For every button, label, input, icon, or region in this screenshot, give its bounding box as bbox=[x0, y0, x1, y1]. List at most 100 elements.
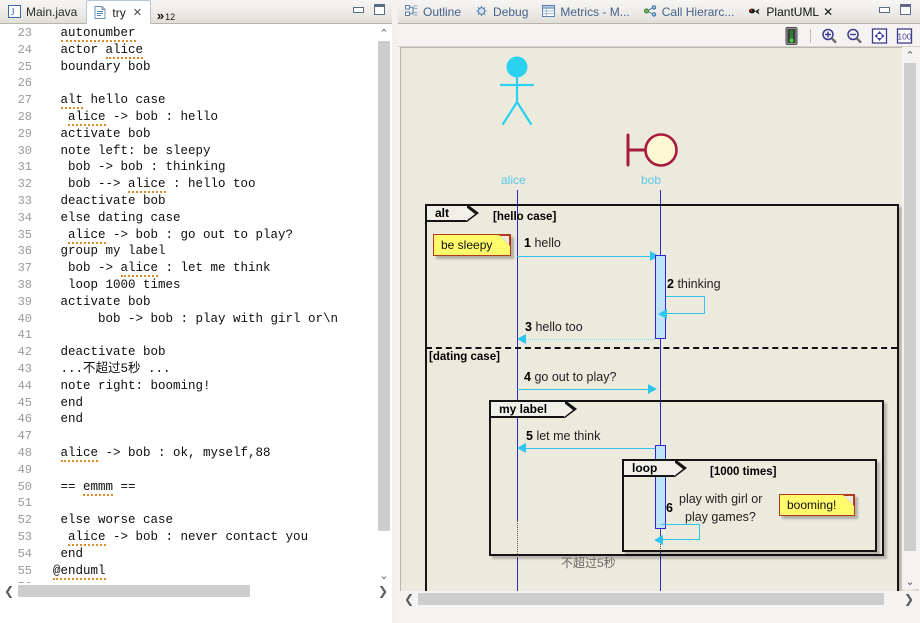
diagram-hscroll-thumb[interactable] bbox=[418, 593, 884, 605]
code-line[interactable]: 38 loop 1000 times bbox=[0, 277, 376, 294]
line-text: ...不超过5秒 ... bbox=[38, 361, 171, 376]
scroll-right-icon[interactable]: ❯ bbox=[900, 591, 918, 607]
scroll-left-icon[interactable]: ❮ bbox=[400, 591, 418, 607]
line-number: 43 bbox=[17, 361, 32, 376]
toolbar-separator bbox=[810, 28, 811, 43]
message-3-label: 3 hello too bbox=[525, 320, 583, 334]
code-line[interactable]: 49 bbox=[0, 462, 376, 479]
note-be-sleepy: be sleepy bbox=[433, 234, 512, 256]
code-line[interactable]: 53 alice -> bob : never contact you bbox=[0, 529, 376, 546]
code-line[interactable]: 36 group my label bbox=[0, 243, 376, 260]
code-line[interactable]: 25 boundary bob bbox=[0, 59, 376, 76]
line-number: 38 bbox=[17, 277, 32, 292]
maximize-icon[interactable] bbox=[373, 3, 386, 16]
tab-metrics[interactable]: Metrics - M... bbox=[535, 0, 636, 23]
code-line[interactable]: 41 bbox=[0, 327, 376, 344]
editor-vscroll-thumb[interactable] bbox=[378, 41, 390, 531]
diagram-viewport[interactable]: alice bob alt [hello case] be sleepy 1 h… bbox=[400, 47, 918, 605]
minimize-icon[interactable] bbox=[878, 3, 891, 16]
code-line[interactable]: 39 activate bob bbox=[0, 294, 376, 311]
code-line[interactable]: 40 bob -> bob : play with girl or\n bbox=[0, 311, 376, 328]
code-line[interactable]: 51 bbox=[0, 495, 376, 512]
line-text: loop 1000 times bbox=[38, 277, 181, 292]
fit-to-window-icon[interactable] bbox=[870, 27, 889, 45]
tab-plantuml[interactable]: PlantUML ✕ bbox=[741, 0, 840, 23]
code-line[interactable]: 55 @enduml bbox=[0, 563, 376, 580]
code-line[interactable]: 28 alice -> bob : hello bbox=[0, 109, 376, 126]
scroll-down-icon[interactable]: ⌄ bbox=[376, 567, 392, 583]
code-line[interactable]: 46 end bbox=[0, 411, 376, 428]
scroll-up-icon[interactable]: ⌃ bbox=[902, 47, 918, 63]
delay-label: 不超过5秒 bbox=[561, 556, 616, 570]
line-number: 24 bbox=[17, 42, 32, 57]
code-line[interactable]: 31 bob -> bob : thinking bbox=[0, 159, 376, 176]
close-icon[interactable]: ✕ bbox=[823, 5, 833, 19]
code-line[interactable]: 43 ...不超过5秒 ... bbox=[0, 361, 376, 378]
editor-horizontal-scrollbar[interactable]: ❮ ❯ bbox=[0, 583, 392, 599]
editor-hscroll-track[interactable] bbox=[18, 585, 374, 597]
scroll-right-icon[interactable]: ❯ bbox=[374, 583, 392, 599]
tab-overflow-chevron[interactable]: » 12 bbox=[151, 8, 181, 23]
chevron-right-icon: » bbox=[156, 8, 165, 23]
minimize-icon[interactable] bbox=[352, 3, 365, 16]
view-tab-bar: Outline Debug Metrics - M... Call Hierar… bbox=[398, 0, 920, 24]
diagram-vertical-scrollbar[interactable]: ⌃ ⌄ bbox=[902, 47, 918, 589]
code-line[interactable]: 30 note left: be sleepy bbox=[0, 143, 376, 160]
code-line[interactable]: 52 else worse case bbox=[0, 512, 376, 529]
code-line[interactable]: 23 autonumber bbox=[0, 25, 376, 42]
alt-else-divider bbox=[426, 347, 897, 349]
zoom-100-icon[interactable]: 100 bbox=[895, 27, 914, 45]
line-text: activate bob bbox=[38, 294, 151, 309]
code-line[interactable]: 48 alice -> bob : ok, myself,88 bbox=[0, 445, 376, 462]
code-line[interactable]: 47 bbox=[0, 428, 376, 445]
line-number: 35 bbox=[17, 227, 32, 242]
code-line[interactable]: 37 bob -> alice : let me think bbox=[0, 260, 376, 278]
line-number: 33 bbox=[17, 193, 32, 208]
line-text: end bbox=[38, 395, 84, 410]
scroll-down-icon[interactable]: ⌄ bbox=[902, 573, 918, 589]
tab-debug[interactable]: Debug bbox=[468, 0, 535, 23]
traffic-light-toggle-icon[interactable] bbox=[782, 26, 801, 45]
tab-try[interactable]: try ✕ bbox=[86, 0, 151, 24]
line-text: @enduml bbox=[53, 563, 106, 580]
message-4-label: 4 go out to play? bbox=[524, 370, 616, 384]
zoom-in-icon[interactable] bbox=[820, 27, 839, 45]
tab-label: Debug bbox=[493, 4, 529, 19]
code-line[interactable]: 45 end bbox=[0, 395, 376, 412]
line-number: 31 bbox=[17, 160, 32, 175]
close-icon[interactable]: ✕ bbox=[133, 6, 142, 19]
editor-vertical-scrollbar[interactable]: ⌃ ⌄ bbox=[376, 25, 392, 583]
code-editor[interactable]: 23 autonumber 24 actor alice 25 boundary b… bbox=[0, 24, 392, 599]
scroll-up-icon[interactable]: ⌃ bbox=[376, 25, 392, 41]
code-line[interactable]: 54 end bbox=[0, 546, 376, 563]
tab-call-hierarchy[interactable]: Call Hierarc... bbox=[637, 0, 742, 23]
diagram-horizontal-scrollbar[interactable]: ❮ ❯ bbox=[400, 591, 918, 607]
scroll-left-icon[interactable]: ❮ bbox=[0, 583, 18, 599]
tab-main-java[interactable]: J Main.java bbox=[0, 0, 86, 23]
line-text: bob -> alice : let me think bbox=[38, 261, 271, 278]
code-line[interactable]: 32 bob --> alice : hello too bbox=[0, 176, 376, 194]
code-line[interactable]: 34 else dating case bbox=[0, 210, 376, 227]
code-line[interactable]: 50 == emmm == bbox=[0, 479, 376, 496]
zoom-out-icon[interactable] bbox=[845, 27, 864, 45]
code-line[interactable]: 26 bbox=[0, 75, 376, 92]
message-6-label-line1: play with girl or bbox=[679, 492, 763, 506]
code-text-area[interactable]: 23 autonumber 24 actor alice 25 boundary b… bbox=[0, 25, 376, 583]
code-line[interactable]: 35 alice -> bob : go out to play? bbox=[0, 227, 376, 244]
code-line[interactable]: 27 alt hello case bbox=[0, 92, 376, 110]
diagram-vscroll-thumb[interactable] bbox=[904, 63, 916, 551]
message-4-arrow bbox=[517, 389, 650, 390]
tab-outline[interactable]: Outline bbox=[398, 0, 468, 23]
code-line[interactable]: 29 activate bob bbox=[0, 126, 376, 143]
line-number: 47 bbox=[17, 429, 32, 444]
code-line[interactable]: 33 deactivate bob bbox=[0, 193, 376, 210]
line-text: note right: booming! bbox=[38, 378, 211, 393]
code-line[interactable]: 44 note right: booming! bbox=[0, 378, 376, 395]
editor-panel: J Main.java try ✕ » 12 23 autonumber 24 … bbox=[0, 0, 392, 623]
code-line[interactable]: 42 deactivate bob bbox=[0, 344, 376, 361]
editor-hscroll-thumb[interactable] bbox=[18, 585, 250, 597]
diagram-hscroll-track[interactable] bbox=[418, 593, 900, 605]
code-line[interactable]: 24 actor alice bbox=[0, 42, 376, 59]
maximize-icon[interactable] bbox=[899, 3, 912, 16]
line-number: 54 bbox=[17, 546, 32, 561]
